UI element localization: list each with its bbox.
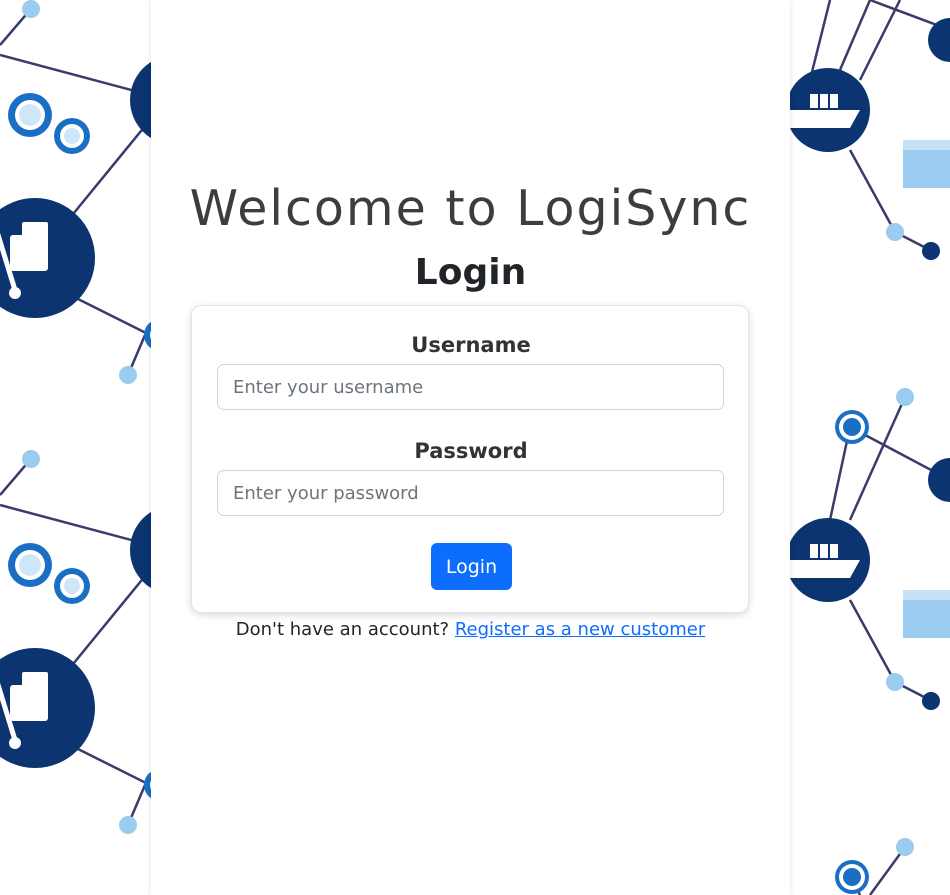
gears-icon bbox=[8, 543, 90, 604]
login-form: Username Password Login bbox=[191, 305, 749, 613]
cargo-ship-icon bbox=[786, 518, 870, 602]
login-button[interactable]: Login bbox=[431, 543, 512, 590]
username-input[interactable] bbox=[217, 364, 724, 410]
register-prompt-text: Don't have an account? bbox=[235, 619, 450, 640]
cargo-ship-icon bbox=[786, 68, 870, 152]
login-panel: Welcome to LogiSync Login Username Passw… bbox=[151, 0, 790, 895]
welcome-heading: Welcome to LogiSync bbox=[189, 180, 752, 237]
password-input[interactable] bbox=[217, 470, 724, 516]
password-label: Password bbox=[414, 439, 528, 463]
box-icon bbox=[903, 590, 950, 638]
register-prompt: Don't have an account? Register as a new… bbox=[151, 619, 790, 640]
gears-icon bbox=[8, 93, 90, 154]
register-link[interactable]: Register as a new customer bbox=[455, 619, 705, 640]
box-icon bbox=[903, 140, 950, 188]
login-title: Login bbox=[414, 252, 527, 293]
username-label: Username bbox=[411, 333, 531, 357]
